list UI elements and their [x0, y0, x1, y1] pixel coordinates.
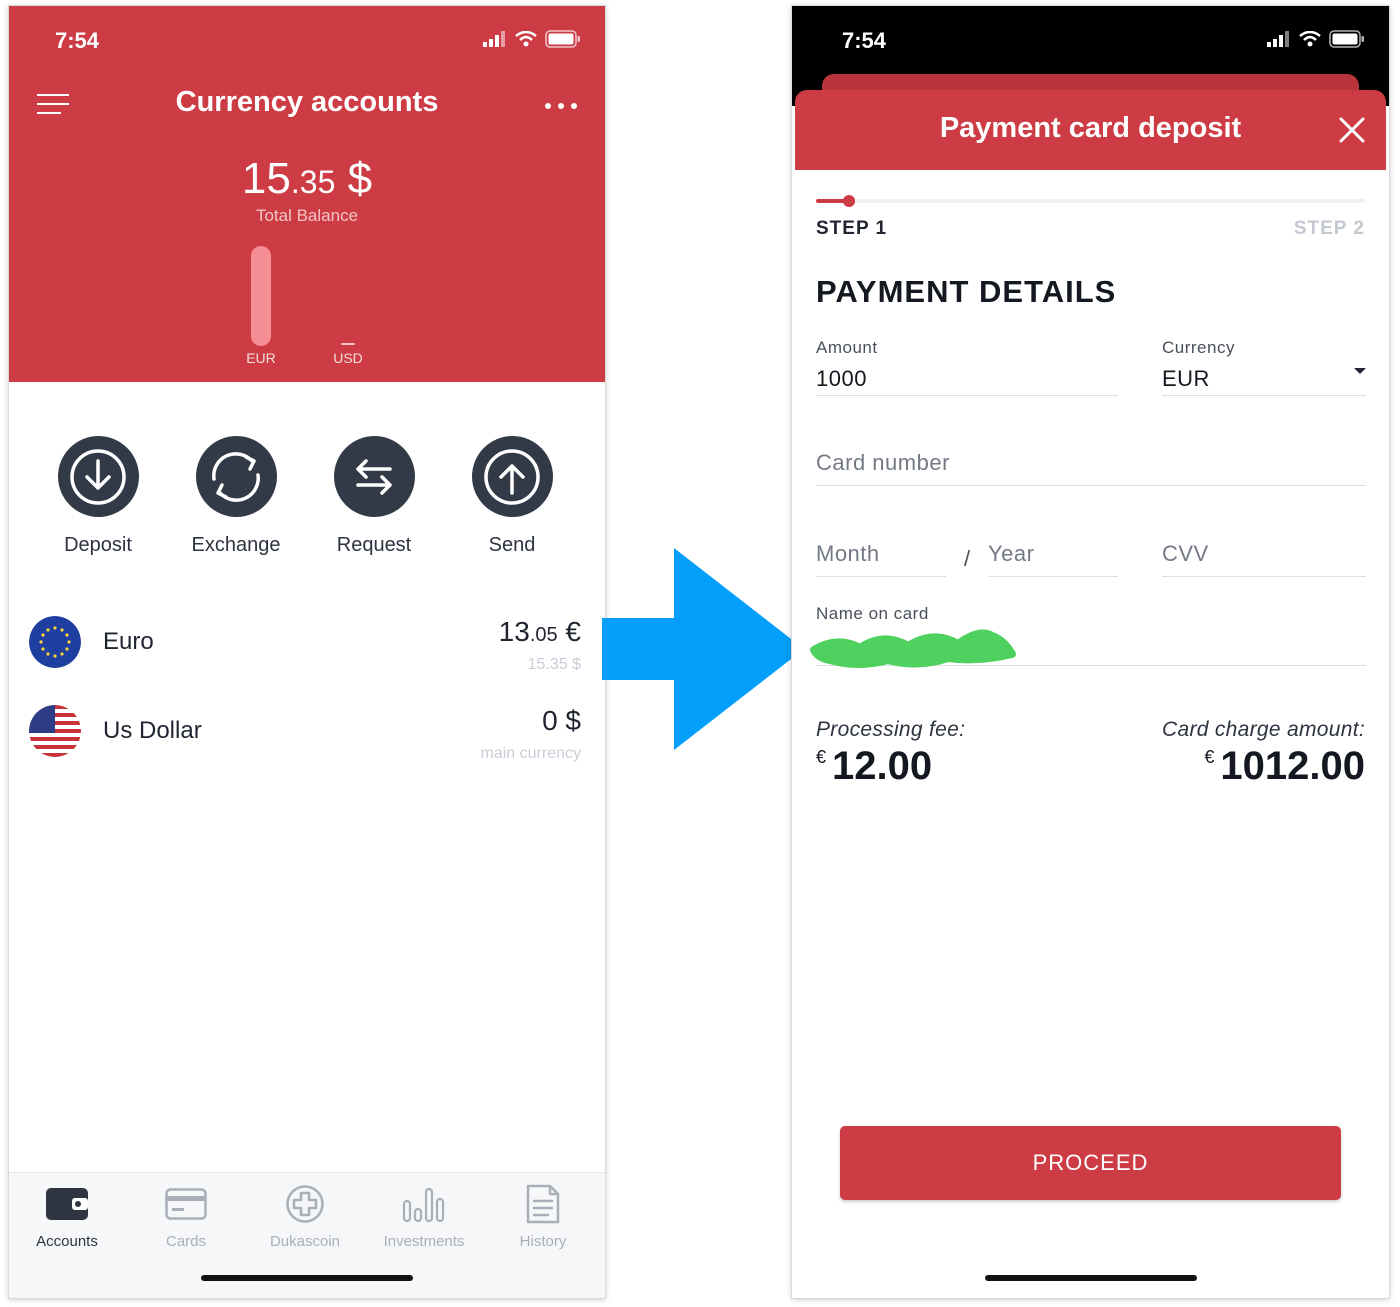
eur-balance-bar[interactable] — [251, 246, 271, 346]
total-balance-label: Total Balance — [255, 206, 359, 225]
proceed-button[interactable]: PROCEED — [840, 1126, 1341, 1200]
amount-value: 1000 — [816, 366, 867, 391]
send-button[interactable]: Send — [452, 436, 572, 557]
payment-card-deposit-screen: 7:54 Payment card deposit STEP 1 STEP 2 … — [792, 6, 1389, 1298]
currency-label: Currency — [1162, 338, 1235, 357]
eu-flag-icon — [29, 616, 81, 668]
tab-history[interactable]: History — [488, 1183, 598, 1250]
status-icons — [1267, 30, 1365, 48]
tab-label: Dukascoin — [269, 1233, 341, 1250]
card-number-placeholder: Card number — [816, 450, 950, 475]
currency-accounts-screen: 7:54 Currency accounts 15.35 $ Total Bal… — [9, 6, 605, 1298]
chevron-down-icon — [1354, 368, 1366, 374]
modal-title: Payment card deposit — [939, 112, 1242, 144]
redaction-scribble — [810, 629, 1016, 668]
total-balance: 15.35 $ — [241, 154, 373, 203]
tab-cards[interactable]: Cards — [131, 1183, 241, 1250]
battery-icon — [545, 30, 580, 48]
upload-arrow-icon — [484, 448, 540, 505]
currency-select[interactable]: Currency EUR — [1162, 336, 1366, 396]
currency-value: EUR — [1162, 366, 1210, 391]
exchange-label: Exchange — [191, 534, 281, 556]
card-icon — [165, 1188, 207, 1220]
deposit-label: Deposit — [64, 534, 132, 556]
tab-dukascoin[interactable]: Dukascoin — [250, 1183, 360, 1250]
usd-bar-label: USD — [333, 350, 363, 366]
modal-header: Payment card deposit — [795, 90, 1386, 170]
currency-row-us-dollar[interactable]: Us Dollar 0 $ main currency — [9, 705, 605, 775]
status-icons — [483, 30, 581, 48]
tab-label: Investments — [383, 1233, 465, 1250]
currency-converted-amount: main currency — [480, 745, 581, 762]
swap-arrows-icon — [356, 458, 392, 495]
us-flag-icon — [29, 705, 81, 757]
step-progress — [816, 195, 1365, 207]
currency-name: Euro — [103, 628, 154, 655]
currency-amount: 13.05 € — [498, 616, 581, 647]
card-number-field[interactable]: Card number — [816, 446, 1366, 486]
month-placeholder: Month — [816, 541, 880, 566]
processing-fee-label: Processing fee: — [816, 718, 966, 741]
currency-amount: 0 $ — [542, 705, 581, 736]
exchange-cycle-icon — [212, 451, 260, 502]
request-button[interactable]: Request — [314, 436, 434, 557]
document-icon — [526, 1184, 560, 1224]
amount-label: Amount — [816, 338, 878, 357]
request-label: Request — [336, 534, 412, 556]
status-time: 7:54 — [842, 28, 887, 53]
currency-name: Us Dollar — [103, 717, 202, 744]
page-title: Currency accounts — [175, 86, 439, 118]
wifi-icon — [515, 31, 537, 47]
send-label: Send — [488, 534, 536, 556]
step-2-label: STEP 2 — [1293, 218, 1365, 239]
eur-bar-label: EUR — [246, 350, 276, 366]
year-placeholder: Year — [988, 541, 1035, 566]
deposit-button[interactable]: Deposit — [38, 436, 158, 557]
processing-fee-amount: €12.00 — [816, 744, 933, 788]
battery-icon — [1329, 30, 1364, 48]
tab-label: Accounts — [36, 1233, 98, 1250]
date-separator: / — [964, 546, 971, 571]
step-1-label: STEP 1 — [816, 218, 888, 239]
name-on-card-label: Name on card — [816, 604, 929, 623]
signal-icon — [483, 31, 505, 47]
exchange-button[interactable]: Exchange — [176, 436, 296, 557]
tab-investments[interactable]: Investments — [369, 1183, 479, 1250]
card-charge-label: Card charge amount: — [1162, 718, 1365, 741]
bottom-tab-bar: Accounts Cards Dukascoin Investments His… — [9, 1172, 605, 1298]
currency-row-euro[interactable]: Euro 13.05 € 15.35 $ — [9, 616, 605, 686]
card-charge-amount: €1012.00 — [1204, 744, 1365, 788]
section-title: PAYMENT DETAILS — [816, 274, 1117, 309]
bar-chart-icon — [402, 1187, 445, 1223]
close-icon[interactable] — [1338, 116, 1366, 144]
tab-label: Cards — [165, 1233, 206, 1250]
step-progress-handle — [842, 195, 855, 207]
tab-label: History — [519, 1233, 567, 1250]
accounts-header: 7:54 Currency accounts 15.35 $ Total Bal… — [9, 6, 605, 382]
download-arrow-icon — [70, 448, 126, 505]
cvv-placeholder: CVV — [1162, 541, 1209, 566]
usd-balance-bar[interactable] — [341, 343, 355, 345]
signal-icon — [1267, 31, 1289, 47]
home-indicator[interactable] — [984, 1275, 1197, 1281]
cvv-field[interactable]: CVV — [1162, 537, 1366, 577]
currency-converted-amount: 15.35 $ — [527, 656, 581, 673]
coin-plus-icon — [286, 1185, 324, 1223]
more-options-icon[interactable] — [545, 103, 577, 109]
wifi-icon — [1299, 31, 1321, 47]
wallet-icon — [46, 1188, 88, 1220]
home-indicator[interactable] — [201, 1275, 413, 1281]
year-field[interactable]: Year — [988, 537, 1118, 577]
transition-arrow-icon — [602, 548, 804, 750]
tab-accounts[interactable]: Accounts — [12, 1183, 122, 1250]
month-field[interactable]: Month — [816, 537, 946, 577]
amount-field[interactable]: Amount 1000 — [816, 336, 1118, 396]
status-time: 7:54 — [55, 28, 100, 53]
